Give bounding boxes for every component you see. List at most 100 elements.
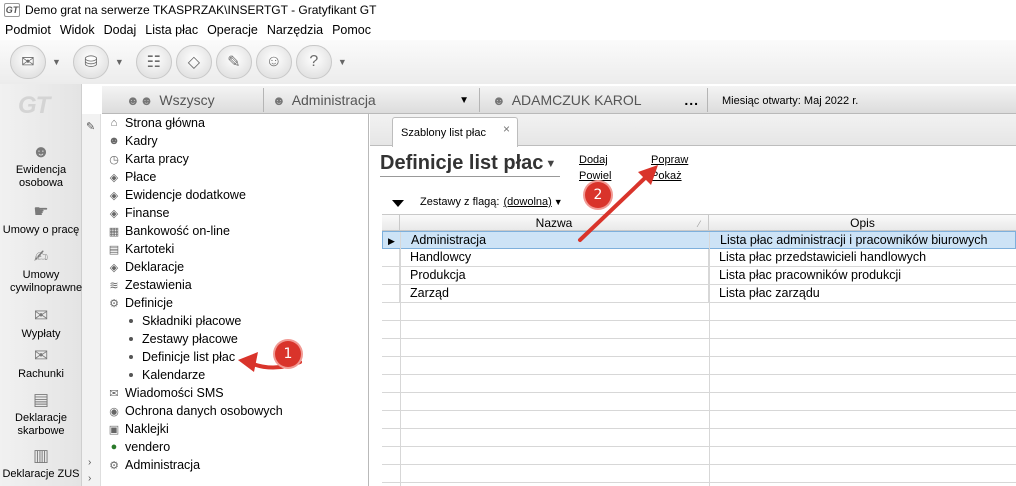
department-dropdown[interactable]: ☻ Administracja ▼ (264, 88, 480, 112)
gear-icon: ⚙ (109, 297, 119, 310)
table-row[interactable]: Zarząd Lista płac zarządu (382, 285, 1016, 303)
open-month-label: Miesiąc otwarty: Maj 2022 r. (722, 95, 859, 107)
flag-filter-dropdown[interactable]: (dowolna) (503, 196, 551, 208)
pin-icon[interactable]: ✎ (86, 120, 95, 133)
nav-ewidencja-osobowa[interactable]: ☻ Ewidencja osobowa (0, 142, 82, 190)
tree-item-ochrona-danych[interactable]: ◉ Ochrona danych osobowych (107, 402, 283, 420)
tools-icon[interactable]: ✎ (215, 45, 252, 79)
money-icon: ◈ (109, 171, 119, 184)
nav-deklaracje-zus[interactable]: ▥ Deklaracje ZUS (0, 446, 82, 481)
filter-bar: ☻☻ Wszyscy ☻ Administracja ▼ ☻ ADAMCZUK … (102, 86, 1016, 114)
tree-item-bankowosc[interactable]: ▦ Bankowość on-line (107, 222, 230, 240)
close-icon[interactable]: × (503, 122, 510, 136)
main-content: Szablony list płac × Definicje list płac… (370, 114, 1016, 486)
table-row[interactable]: ▶ Administracja Lista płac administracji… (382, 231, 1016, 250)
empty-row (382, 375, 1016, 393)
wallet-icon: ✉ (33, 306, 49, 325)
tree-item-administracja[interactable]: ⚙ Administracja (107, 456, 200, 474)
people-icon: ☻☻ (126, 92, 154, 108)
menu-bar: Podmiot Widok Dodaj Lista płac Operacje … (0, 20, 1016, 40)
nav-label: Deklaracje skarbowe (15, 412, 67, 437)
toolbar: ✉ ▼ ⛁ ▼ ☷ ◇ ✎ ☺ ? ▼ (0, 40, 1016, 84)
tree-subitem-zestawy-placowe[interactable]: Zestawy płacowe (129, 330, 238, 348)
nav-wyplaty[interactable]: ✉ Wypłaty (0, 306, 82, 341)
document-icon: ◈ (109, 261, 119, 274)
tree-item-wiadomosci-sms[interactable]: ✉ Wiadomości SMS (107, 384, 223, 402)
bullet-icon (129, 337, 133, 341)
cell-opis: Lista płac zarządu (719, 286, 820, 300)
tree-subitem-definicje-list-plac[interactable]: Definicje list płac (129, 348, 235, 366)
tree-item-vendero[interactable]: ● vendero (107, 438, 171, 456)
empty-row (382, 321, 1016, 339)
tree-item-definicje[interactable]: ⚙ Definicje (107, 294, 173, 312)
column-header-nazwa[interactable]: Nazwa ⁄ (400, 215, 709, 231)
bullet-icon (129, 373, 133, 377)
chevron-down-icon[interactable]: ▼ (338, 57, 347, 67)
tab-szablony-list-plac[interactable]: Szablony list płac × (392, 117, 518, 147)
tree-subitem-kalendarze[interactable]: Kalendarze (129, 366, 205, 384)
tree-item-strona-glowna[interactable]: ⌂ Strona główna (107, 114, 205, 132)
nav-deklaracje-skarbowe[interactable]: ▤ Deklaracje skarbowe (0, 390, 82, 438)
tab-strip: Szablony list płac × (370, 114, 1016, 147)
inbox-icon[interactable]: ⛁ (72, 45, 109, 79)
clock-icon: ◷ (109, 153, 119, 166)
pokaz-link[interactable]: Pokaż (651, 170, 682, 182)
nav-label: Wypłaty (21, 328, 61, 340)
more-button[interactable]: ... (684, 92, 699, 108)
title-bar: GT Demo grat na serwerze TKASPRZAK\INSER… (0, 0, 1016, 20)
row-indicator (382, 249, 400, 267)
group-selector[interactable]: ☻☻ Wszyscy (126, 88, 264, 112)
powiel-link[interactable]: Powiel (579, 170, 611, 182)
tree-item-deklaracje[interactable]: ◈ Deklaracje (107, 258, 184, 276)
zus-icon: ▥ (32, 446, 50, 465)
cell-nazwa: Produkcja (400, 267, 709, 285)
chevron-down-icon[interactable]: ▼ (52, 57, 61, 67)
flag-filter: Zestawy z flagą: (dowolna) ▼ (420, 196, 563, 208)
tree-item-finanse[interactable]: ◈ Finanse (107, 204, 170, 222)
popraw-link[interactable]: Popraw (651, 154, 688, 166)
page-title[interactable]: Definicje list płac ▼ (380, 152, 556, 175)
menu-pomoc[interactable]: Pomoc (332, 23, 371, 37)
chevron-down-icon[interactable]: ▼ (554, 197, 563, 207)
bullet-icon (129, 319, 133, 323)
chevron-right-icon[interactable]: › (88, 457, 91, 468)
table-row[interactable]: Handlowcy Lista płac przedstawicieli han… (382, 249, 1016, 267)
users-icon[interactable]: ☺ (255, 45, 292, 79)
tree-item-kadry[interactable]: ☻ Kadry (107, 132, 157, 150)
tree-item-kartoteki[interactable]: ▤ Kartoteki (107, 240, 175, 258)
employee-selector[interactable]: ☻ ADAMCZUK KAROL ... (480, 88, 708, 112)
nav-rachunki[interactable]: ✉ Rachunki (0, 346, 82, 381)
tree-item-naklejki[interactable]: ▣ Naklejki (107, 420, 169, 438)
menu-lista-plac[interactable]: Lista płac (145, 23, 198, 37)
tree-item-karta-pracy[interactable]: ◷ Karta pracy (107, 150, 189, 168)
nav-umowy-o-prace[interactable]: ☛ Umowy o pracę (0, 202, 82, 237)
menu-operacje[interactable]: Operacje (207, 23, 258, 37)
menu-dodaj[interactable]: Dodaj (104, 23, 137, 37)
tree-subitem-skladniki-placowe[interactable]: Składniki płacowe (129, 312, 241, 330)
payroll-icon[interactable]: ☷ (135, 45, 172, 79)
tree-item-place[interactable]: ◈ Płace (107, 168, 157, 186)
table-row[interactable]: Produkcja Lista płac pracowników produkc… (382, 267, 1016, 285)
menu-narzedzia[interactable]: Narzędzia (267, 23, 323, 37)
nav-label: Deklaracje ZUS (2, 468, 80, 480)
envelope-icon[interactable]: ✉ (10, 45, 46, 79)
empty-row (382, 447, 1016, 465)
chevron-right-icon[interactable]: › (88, 473, 91, 484)
gt-logo: GT (18, 92, 50, 119)
empty-row (382, 411, 1016, 429)
column-header-opis[interactable]: Opis (709, 215, 1016, 231)
help-icon[interactable]: ? (295, 45, 332, 79)
dodaj-link[interactable]: Dodaj (579, 154, 608, 166)
tree-item-ewidencje-dodatkowe[interactable]: ◈ Ewidencje dodatkowe (107, 186, 246, 204)
left-module-nav: GT ☻ Ewidencja osobowa ☛ Umowy o pracę ✍… (0, 84, 82, 486)
contract-icon: ✍ (33, 247, 49, 266)
menu-podmiot[interactable]: Podmiot (5, 23, 51, 37)
chevron-down-icon[interactable]: ▼ (115, 57, 124, 67)
sms-icon: ✉ (109, 387, 119, 400)
tree-item-zestawienia[interactable]: ≋ Zestawienia (107, 276, 191, 294)
menu-widok[interactable]: Widok (60, 23, 95, 37)
eraser-icon[interactable]: ◇ (175, 45, 212, 79)
nav-umowy-cywilnoprawne[interactable]: ✍ Umowy cywilnoprawne (0, 247, 82, 295)
empty-row (382, 357, 1016, 375)
collapse-triangle-icon[interactable] (392, 200, 404, 207)
